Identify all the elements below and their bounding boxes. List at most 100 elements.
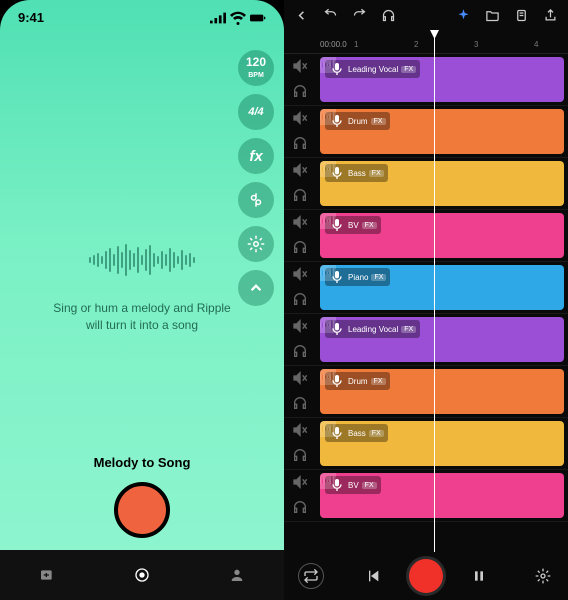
mute-button[interactable] bbox=[292, 266, 308, 285]
folder-icon bbox=[485, 8, 500, 23]
track-row: Drum FX bbox=[284, 366, 568, 418]
fx-button[interactable]: fx bbox=[238, 138, 274, 174]
clip-label: Leading Vocal FX bbox=[325, 60, 420, 78]
undo-button[interactable] bbox=[323, 8, 338, 28]
mute-button[interactable] bbox=[292, 318, 308, 337]
prev-button[interactable] bbox=[362, 565, 384, 587]
loop-button[interactable] bbox=[298, 563, 324, 589]
audio-clip[interactable]: Bass FX bbox=[320, 421, 564, 466]
tune-button[interactable] bbox=[238, 182, 274, 218]
pause-button[interactable] bbox=[468, 565, 490, 587]
solo-button[interactable] bbox=[292, 343, 308, 362]
clipboard-button[interactable] bbox=[514, 8, 529, 28]
mute-icon bbox=[292, 58, 308, 74]
audio-clip[interactable]: BV FX bbox=[320, 473, 564, 518]
daw-record-button[interactable] bbox=[406, 556, 446, 596]
bpm-button[interactable]: 120BPM bbox=[238, 50, 274, 86]
time-sig-button[interactable]: 4/4 bbox=[238, 94, 274, 130]
status-bar: 9:41 bbox=[0, 0, 284, 26]
loop-icon bbox=[303, 568, 319, 584]
battery-icon bbox=[250, 10, 266, 26]
status-time: 9:41 bbox=[18, 10, 44, 26]
wifi-icon bbox=[230, 10, 246, 26]
solo-button[interactable] bbox=[292, 187, 308, 206]
melody-label: Melody to Song bbox=[0, 455, 284, 470]
timeline-ruler[interactable]: 00:00.0 1 2 3 4 bbox=[284, 36, 568, 54]
headphones-button[interactable] bbox=[381, 8, 396, 28]
mute-button[interactable] bbox=[292, 474, 308, 493]
back-button[interactable] bbox=[294, 8, 309, 28]
track-row: Leading Vocal FX bbox=[284, 54, 568, 106]
phone-screen: 9:41 120BPM 4/4 fx Sing or hum a melody … bbox=[0, 0, 284, 600]
tracks-area: Leading Vocal FX Drum FX Bass FX BV bbox=[284, 54, 568, 552]
chevron-left-icon bbox=[294, 8, 309, 23]
record-button[interactable] bbox=[114, 482, 170, 538]
track-controls bbox=[284, 418, 316, 469]
record-nav-icon bbox=[134, 567, 150, 583]
nav-record[interactable] bbox=[130, 563, 154, 587]
waveform-bg bbox=[320, 317, 336, 333]
track-controls bbox=[284, 158, 316, 209]
share-button[interactable] bbox=[543, 8, 558, 28]
tune-icon bbox=[247, 191, 265, 209]
nav-profile[interactable] bbox=[225, 563, 249, 587]
folder-button[interactable] bbox=[485, 8, 500, 28]
track-controls bbox=[284, 366, 316, 417]
waveform-visual bbox=[89, 240, 195, 280]
mute-button[interactable] bbox=[292, 110, 308, 129]
track-row: Drum FX bbox=[284, 106, 568, 158]
track-row: BV FX bbox=[284, 470, 568, 522]
user-icon bbox=[229, 567, 245, 583]
audio-clip[interactable]: Piano FX bbox=[320, 265, 564, 310]
waveform-bg bbox=[320, 57, 336, 73]
daw-settings-button[interactable] bbox=[532, 565, 554, 587]
mute-button[interactable] bbox=[292, 58, 308, 77]
nav-add[interactable] bbox=[35, 563, 59, 587]
solo-button[interactable] bbox=[292, 447, 308, 466]
track-row: BV FX bbox=[284, 210, 568, 262]
mute-icon bbox=[292, 370, 308, 386]
audio-clip[interactable]: BV FX bbox=[320, 213, 564, 258]
pause-icon bbox=[471, 568, 487, 584]
audio-clip[interactable]: Leading Vocal FX bbox=[320, 57, 564, 102]
redo-button[interactable] bbox=[352, 8, 367, 28]
track-controls bbox=[284, 470, 316, 521]
track-controls bbox=[284, 54, 316, 105]
ruler-mark: 3 bbox=[474, 40, 478, 49]
headphones-icon bbox=[292, 291, 308, 307]
solo-button[interactable] bbox=[292, 239, 308, 258]
solo-button[interactable] bbox=[292, 291, 308, 310]
solo-button[interactable] bbox=[292, 135, 308, 154]
solo-button[interactable] bbox=[292, 83, 308, 102]
ruler-mark: 1 bbox=[354, 40, 358, 49]
track-row: Piano FX bbox=[284, 262, 568, 314]
clipboard-icon bbox=[514, 8, 529, 23]
headphones-icon bbox=[292, 499, 308, 515]
headphones-icon bbox=[292, 187, 308, 203]
track-row: Bass FX bbox=[284, 418, 568, 470]
mute-button[interactable] bbox=[292, 422, 308, 441]
mute-button[interactable] bbox=[292, 214, 308, 233]
waveform-bg bbox=[320, 161, 336, 177]
add-icon bbox=[39, 567, 55, 583]
audio-clip[interactable]: Leading Vocal FX bbox=[320, 317, 564, 362]
audio-clip[interactable]: Bass FX bbox=[320, 161, 564, 206]
magic-button[interactable] bbox=[456, 8, 471, 28]
gear-icon bbox=[535, 568, 551, 584]
bottom-nav bbox=[0, 550, 284, 600]
ruler-mark: 4 bbox=[534, 40, 538, 49]
daw-toolbar bbox=[284, 0, 568, 36]
hint-text: Sing or hum a melody and Ripplewill turn… bbox=[53, 300, 230, 334]
track-controls bbox=[284, 262, 316, 313]
audio-clip[interactable]: Drum FX bbox=[320, 369, 564, 414]
mute-button[interactable] bbox=[292, 162, 308, 181]
solo-button[interactable] bbox=[292, 499, 308, 518]
mute-button[interactable] bbox=[292, 370, 308, 389]
audio-clip[interactable]: Drum FX bbox=[320, 109, 564, 154]
undo-icon bbox=[323, 8, 338, 23]
track-controls bbox=[284, 106, 316, 157]
waveform-bg bbox=[320, 369, 336, 385]
sparkle-icon bbox=[456, 8, 471, 23]
solo-button[interactable] bbox=[292, 395, 308, 414]
playhead[interactable] bbox=[434, 36, 435, 552]
